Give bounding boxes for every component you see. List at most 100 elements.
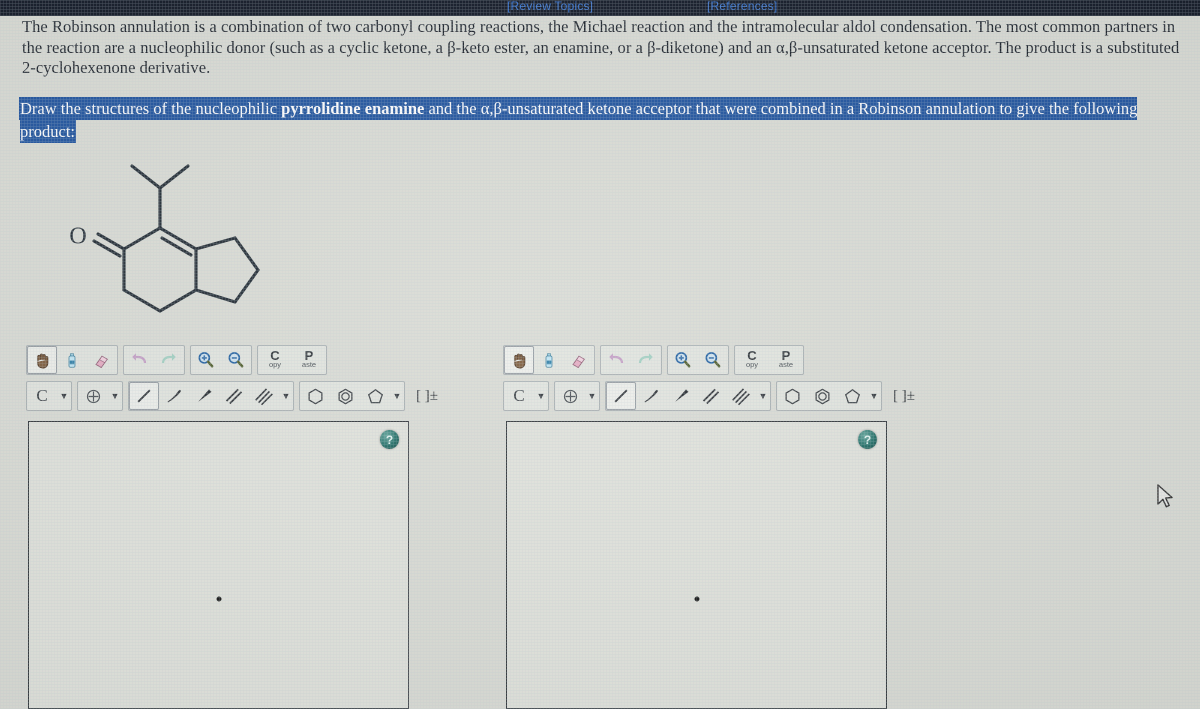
eraser-tool[interactable] <box>57 346 87 374</box>
editor-1-bond-group: ▼ <box>128 381 294 411</box>
eraser-icon <box>95 355 108 369</box>
charge-dropdown[interactable]: ▼ <box>108 382 122 410</box>
zoom-in-button[interactable] <box>668 346 698 374</box>
undo-button[interactable] <box>124 346 154 374</box>
cursor-arrow-icon <box>1157 484 1173 508</box>
editor-2-bracket-group: [ ]± <box>887 381 921 411</box>
atom-carbon-tool[interactable]: C <box>504 382 534 410</box>
molecule-editor-1: C opy P aste C ▼ ▼ ▼ ▼ []± <box>26 344 449 412</box>
bond-c1-c2 <box>122 226 162 251</box>
magnifier-minus-icon <box>228 352 244 368</box>
paste-icon: P aste <box>778 347 794 369</box>
editor-2-clipboard-group: C opy P aste <box>734 345 804 375</box>
canvas-anchor-dot <box>216 596 221 602</box>
zoom-out-button[interactable] <box>221 346 251 374</box>
question-prompt: Draw the structures of the nucleophilic … <box>20 97 1185 143</box>
undo-arrow-icon <box>609 353 624 364</box>
mouse-cursor <box>1156 484 1176 515</box>
charge-dropdown[interactable]: ▼ <box>585 382 599 410</box>
triple-bond-tool[interactable] <box>249 382 279 410</box>
solid-wedge-bond-tool[interactable] <box>666 382 696 410</box>
editor-1-clipboard-group: C opy P aste <box>257 345 327 375</box>
solid-wedge-bond-tool[interactable] <box>189 382 219 410</box>
bracket-charge-icon: [ ]± <box>416 387 438 404</box>
zoom-out-button[interactable] <box>698 346 728 374</box>
magnifier-plus-icon <box>675 352 691 368</box>
bracket-charge-tool[interactable]: [ ]± <box>410 382 444 410</box>
hexagon-icon <box>308 388 322 404</box>
undo-arrow-icon <box>132 353 147 364</box>
bond-cc-double-inner <box>160 236 193 257</box>
charge-tool[interactable] <box>555 382 585 410</box>
atom-dropdown[interactable]: ▼ <box>534 382 548 410</box>
single-bond-tool[interactable] <box>606 382 636 410</box>
bracket-charge-tool[interactable]: [ ]± <box>887 382 921 410</box>
editor-2-charge-group: ▼ <box>554 381 600 411</box>
review-topics-link[interactable]: [Review Topics] <box>507 0 593 13</box>
editor-2-atom-group: C ▼ <box>503 381 549 411</box>
molecule-editor-2: C opy P aste C ▼ ▼ ▼ ▼ []± <box>503 344 926 412</box>
cyclohexane-ring-tool[interactable] <box>300 382 330 410</box>
single-bond-icon <box>614 389 628 403</box>
canvas-anchor-dot <box>694 596 699 602</box>
plus-circle-icon <box>86 389 100 403</box>
single-bond-tool[interactable] <box>129 382 159 410</box>
bond-dropdown[interactable]: ▼ <box>279 382 293 410</box>
eraser-pink-tool[interactable] <box>564 346 594 374</box>
benzene-ring-tool[interactable] <box>807 382 837 410</box>
cyclopentane-ring-tool[interactable] <box>837 382 867 410</box>
hashed-wedge-icon <box>644 389 658 403</box>
undo-button[interactable] <box>601 346 631 374</box>
magnifier-minus-icon <box>705 352 721 368</box>
editor-2-zoom-group <box>667 345 729 375</box>
double-bond-icon <box>702 388 720 405</box>
ketone-drawing-canvas[interactable]: ? <box>506 421 887 709</box>
double-bond-tool[interactable] <box>696 382 726 410</box>
copy-icon: C opy <box>745 347 759 369</box>
charge-tool[interactable] <box>78 382 108 410</box>
redo-button[interactable] <box>154 346 184 374</box>
triple-bond-tool[interactable] <box>726 382 756 410</box>
ring-dropdown[interactable]: ▼ <box>390 382 404 410</box>
cyclohexane-ring-tool[interactable] <box>777 382 807 410</box>
cyclopentane-ring-tool[interactable] <box>360 382 390 410</box>
paste-button[interactable]: P aste <box>292 346 326 374</box>
atom-c-icon: C <box>513 386 525 405</box>
intro-paragraph: The Robinson annulation is a combination… <box>22 17 1180 77</box>
eraser-pink-tool[interactable] <box>87 346 117 374</box>
double-bond-tool[interactable] <box>219 382 249 410</box>
benzene-icon <box>815 388 829 404</box>
atom-dropdown[interactable]: ▼ <box>57 382 71 410</box>
editor-1-bracket-group: [ ]± <box>410 381 444 411</box>
ring-dropdown[interactable]: ▼ <box>867 382 881 410</box>
triple-bond-icon <box>732 388 750 406</box>
atom-c-icon: C <box>36 386 48 405</box>
canvas-help-button[interactable]: ? <box>380 430 399 449</box>
zoom-in-button[interactable] <box>191 346 221 374</box>
plus-circle-icon <box>563 389 577 403</box>
benzene-ring-tool[interactable] <box>330 382 360 410</box>
enamine-drawing-canvas[interactable]: ? <box>28 421 409 709</box>
canvas-help-button[interactable]: ? <box>858 430 877 449</box>
editor-1-toolbar-row-2: C ▼ ▼ ▼ ▼ []± <box>26 380 449 412</box>
eraser-icon <box>572 355 585 369</box>
bond-dropdown[interactable]: ▼ <box>756 382 770 410</box>
editor-1-atom-group: C ▼ <box>26 381 72 411</box>
copy-button[interactable]: C opy <box>258 346 292 374</box>
references-link[interactable]: [References] <box>707 0 777 13</box>
hashed-wedge-bond-tool[interactable] <box>159 382 189 410</box>
hand-icon <box>36 353 48 369</box>
eraser-tool[interactable] <box>534 346 564 374</box>
redo-button[interactable] <box>631 346 661 374</box>
lasso-hand-tool[interactable] <box>27 346 57 374</box>
lasso-hand-tool[interactable] <box>504 346 534 374</box>
atom-carbon-tool[interactable]: C <box>27 382 57 410</box>
paste-icon: P aste <box>301 347 317 369</box>
paste-button[interactable]: P aste <box>769 346 803 374</box>
copy-button[interactable]: C opy <box>735 346 769 374</box>
hashed-wedge-bond-tool[interactable] <box>636 382 666 410</box>
pentagon-icon <box>844 388 860 403</box>
prompt-bold-enamine: pyrrolidine enamine <box>281 99 425 118</box>
single-bond-icon <box>137 389 151 403</box>
redo-arrow-icon <box>638 353 653 364</box>
